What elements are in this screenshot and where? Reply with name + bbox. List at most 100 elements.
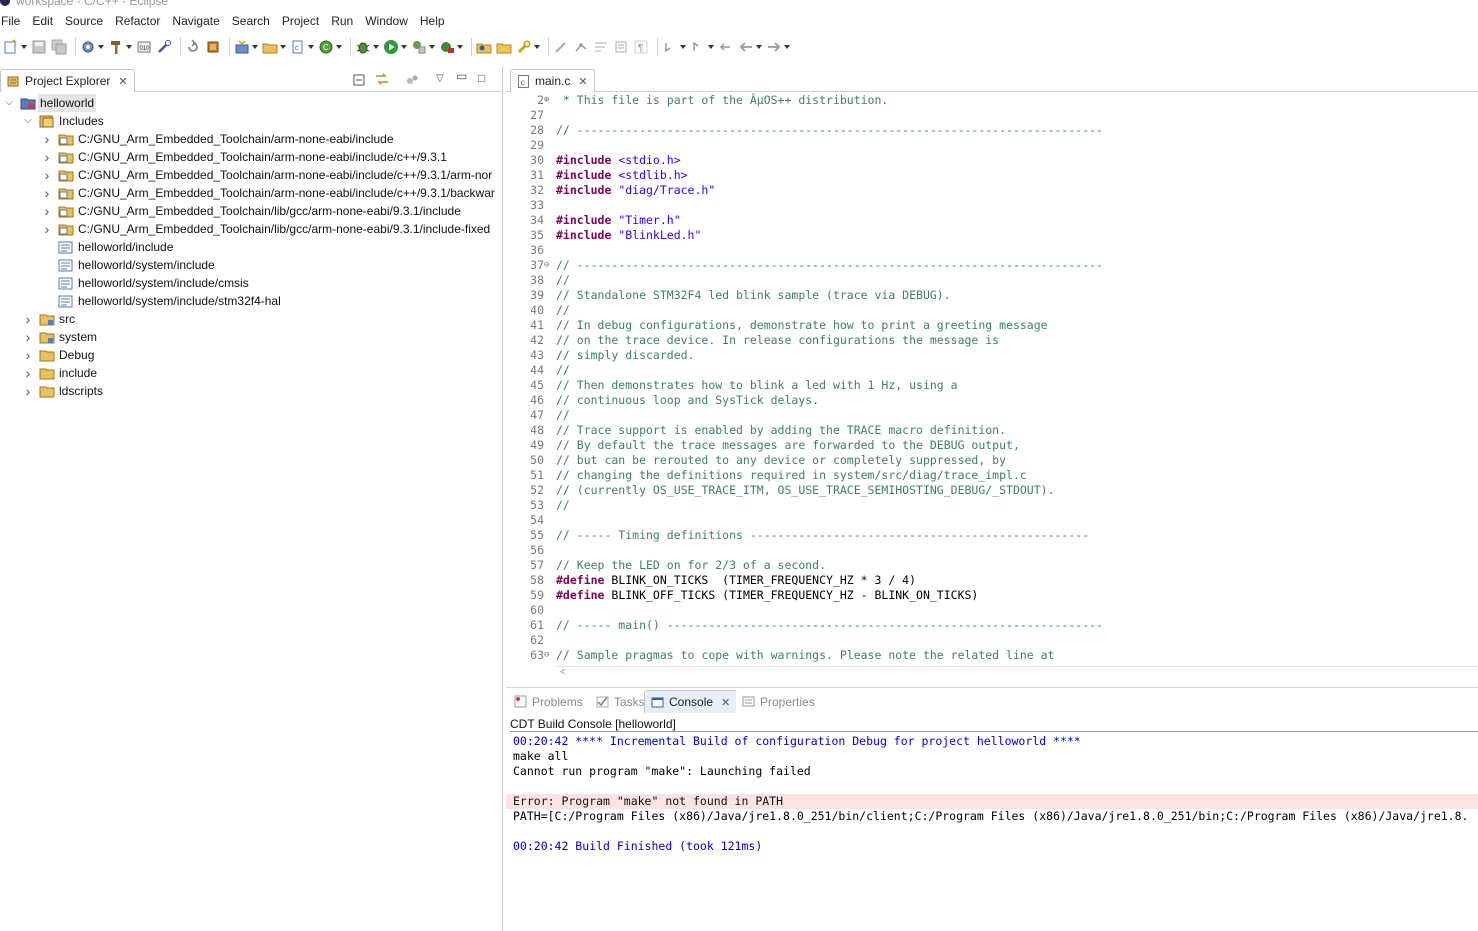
- tree-item[interactable]: › system: [0, 328, 503, 346]
- save-button[interactable]: [31, 36, 47, 58]
- menu-edit[interactable]: Edit: [26, 11, 59, 31]
- expand-fold-icon[interactable]: ⊕: [544, 93, 553, 108]
- code-content: // By default the trace messages are for…: [556, 438, 1020, 452]
- tab-properties[interactable]: Properties: [736, 690, 821, 713]
- code-editor[interactable]: 2 ⊕ * This file is part of the ÂµOS++ dis…: [506, 93, 1478, 666]
- tab-problems[interactable]: Problems: [508, 690, 589, 713]
- tree-item[interactable]: › C:/GNU_Arm_Embedded_Toolchain/lib/gcc/a…: [0, 202, 503, 220]
- tree-item[interactable]: › C:/GNU_Arm_Embedded_Toolchain/arm-none-…: [0, 166, 503, 184]
- tree-item[interactable]: › ldscripts: [0, 382, 503, 400]
- tree-item[interactable]: › include: [0, 364, 503, 382]
- back-button[interactable]: [738, 36, 762, 58]
- tree-item[interactable]: › C:/GNU_Arm_Embedded_Toolchain/arm-none-…: [0, 130, 503, 148]
- collapse-all-icon[interactable]: [352, 73, 366, 87]
- code-line: 54: [506, 513, 1478, 528]
- tree-item[interactable]: › C:/GNU_Arm_Embedded_Toolchain/arm-none-…: [0, 148, 503, 166]
- tab-main-c[interactable]: c main.c ✕: [510, 69, 595, 92]
- scroll-left-icon[interactable]: <: [560, 667, 566, 678]
- build-config-button[interactable]: [80, 36, 104, 58]
- minimize-icon[interactable]: ▭: [456, 69, 467, 83]
- view-menu-icon[interactable]: ▽: [436, 73, 444, 84]
- close-icon[interactable]: ✕: [118, 75, 127, 88]
- tree-item[interactable]: helloworld/system/include/stm32f4-hal: [0, 292, 503, 310]
- tree-item[interactable]: ⌵ Includes: [0, 112, 503, 130]
- menu-source[interactable]: Source: [59, 11, 109, 31]
- chevron-right-icon[interactable]: ›: [42, 220, 52, 238]
- link-with-editor-icon[interactable]: [374, 72, 390, 87]
- chevron-down-icon[interactable]: ⌵: [23, 112, 33, 130]
- chevron-right-icon[interactable]: ›: [23, 364, 33, 382]
- chevron-right-icon[interactable]: ›: [42, 130, 52, 148]
- run-button[interactable]: [383, 36, 407, 58]
- menu-navigate[interactable]: Navigate: [166, 11, 225, 31]
- menu-project[interactable]: Project: [276, 11, 325, 31]
- window-title-bar: workspace - C/C++ - Eclipse: [0, 0, 1478, 10]
- collapse-fold-icon[interactable]: ⊖: [544, 648, 553, 663]
- chevron-right-icon[interactable]: ›: [42, 202, 52, 220]
- tree-item[interactable]: › src: [0, 310, 503, 328]
- tree-item[interactable]: helloworld/system/include: [0, 256, 503, 274]
- chip-button[interactable]: [205, 36, 221, 58]
- next-annotation-button[interactable]: [662, 36, 686, 58]
- menu-file[interactable]: File: [0, 11, 26, 31]
- maximize-icon[interactable]: □: [478, 71, 485, 85]
- chevron-right-icon[interactable]: ›: [23, 382, 33, 400]
- chevron-right-icon[interactable]: ›: [42, 148, 52, 166]
- menu-search[interactable]: Search: [226, 11, 276, 31]
- tree-item[interactable]: › Debug: [0, 346, 503, 364]
- close-icon[interactable]: ✕: [578, 75, 587, 88]
- code-line: 46 // continuous loop and SysTick delays.: [506, 393, 1478, 408]
- new-button[interactable]: [3, 36, 27, 58]
- collapse-fold-icon[interactable]: ⊖: [544, 258, 553, 273]
- chevron-right-icon[interactable]: ›: [23, 328, 33, 346]
- block-select-button[interactable]: [613, 36, 629, 58]
- debug-button[interactable]: [355, 36, 379, 58]
- new-class-button[interactable]: C: [318, 36, 342, 58]
- menu-run[interactable]: Run: [325, 11, 359, 31]
- tree-item[interactable]: helloworld/include: [0, 238, 503, 256]
- refresh-button[interactable]: [185, 36, 201, 58]
- menu-window[interactable]: Window: [359, 11, 414, 31]
- menu-refactor[interactable]: Refactor: [109, 11, 166, 31]
- console-output[interactable]: 00:20:42 **** Incremental Build of confi…: [506, 734, 1478, 854]
- code-content: //: [556, 303, 570, 317]
- open-element-button[interactable]: [496, 36, 512, 58]
- word-wrap-button[interactable]: [593, 36, 609, 58]
- line-number: 27: [530, 108, 544, 122]
- debug-tool-button[interactable]: [156, 36, 172, 58]
- chevron-right-icon[interactable]: ›: [42, 184, 52, 202]
- prev-annotation-button[interactable]: [690, 36, 714, 58]
- new-project-button[interactable]: [234, 36, 258, 58]
- search-button[interactable]: [516, 36, 540, 58]
- tab-project-explorer[interactable]: Project Explorer ✕: [0, 69, 135, 92]
- chevron-right-icon[interactable]: ›: [23, 346, 33, 364]
- tree-item[interactable]: ⌵ helloworld: [0, 94, 503, 112]
- new-folder-button[interactable]: [262, 36, 286, 58]
- tab-tasks[interactable]: Tasks: [590, 690, 651, 713]
- menu-help[interactable]: Help: [414, 11, 451, 31]
- chevron-right-icon[interactable]: ›: [42, 166, 52, 184]
- external-tools-button[interactable]: [439, 36, 463, 58]
- coverage-button[interactable]: [411, 36, 435, 58]
- chevron-right-icon[interactable]: ›: [23, 310, 33, 328]
- line-number: 43: [530, 348, 544, 362]
- save-all-button[interactable]: [51, 36, 67, 58]
- tree-item[interactable]: › C:/GNU_Arm_Embedded_Toolchain/lib/gcc/a…: [0, 220, 503, 238]
- toggle-annotations-button[interactable]: [573, 36, 589, 58]
- show-whitespace-button[interactable]: ¶: [633, 36, 649, 58]
- close-icon[interactable]: ✕: [721, 696, 730, 709]
- tab-console[interactable]: Console ✕: [644, 690, 738, 713]
- tree-item[interactable]: › C:/GNU_Arm_Embedded_Toolchain/arm-none-…: [0, 184, 503, 202]
- filter-icon[interactable]: [405, 73, 419, 87]
- editor-horizontal-scrollbar[interactable]: <: [556, 666, 1478, 678]
- chevron-down-icon[interactable]: ⌵: [4, 94, 14, 112]
- tree-item[interactable]: helloworld/system/include/cmsis: [0, 274, 503, 292]
- binary-button[interactable]: 010: [136, 36, 152, 58]
- new-source-button[interactable]: c: [290, 36, 314, 58]
- toggle-mark-button[interactable]: [553, 36, 569, 58]
- forward-button[interactable]: [766, 36, 790, 58]
- open-type-button[interactable]: [476, 36, 492, 58]
- build-button[interactable]: [108, 36, 132, 58]
- include-folder-icon: [58, 206, 74, 218]
- last-edit-button[interactable]: [718, 36, 734, 58]
